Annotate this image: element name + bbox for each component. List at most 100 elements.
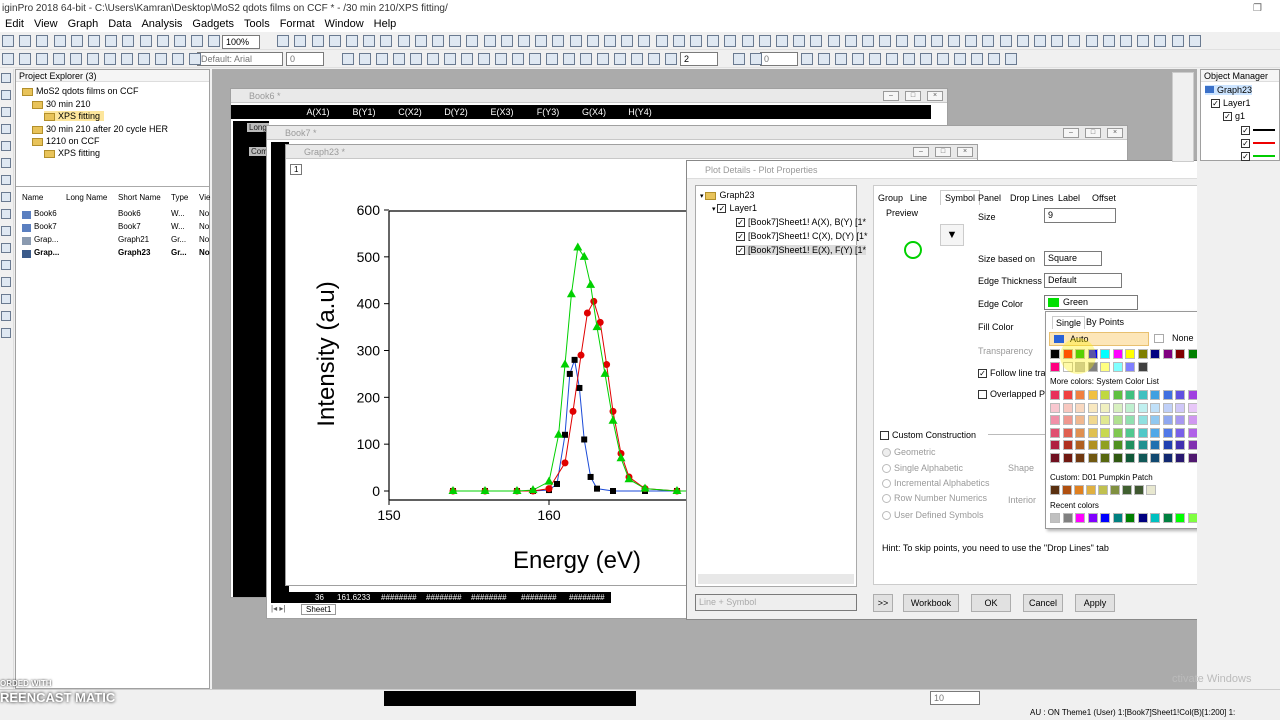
col-e[interactable]: E(X3) bbox=[479, 105, 525, 119]
color-swatch[interactable] bbox=[1112, 390, 1123, 400]
color-tab-single[interactable]: Single bbox=[1052, 316, 1086, 329]
toolbar-icon[interactable] bbox=[913, 35, 926, 47]
toolbar-icon[interactable] bbox=[328, 35, 341, 47]
toolbar-icon[interactable] bbox=[580, 53, 592, 65]
color-swatch[interactable] bbox=[1075, 415, 1085, 425]
color-swatch[interactable] bbox=[1075, 390, 1085, 400]
toolbar-icon[interactable] bbox=[604, 35, 616, 47]
color-swatch[interactable] bbox=[1087, 440, 1098, 450]
radio-row-number[interactable]: Row Number Numerics bbox=[882, 493, 987, 504]
minimize-button[interactable]: – bbox=[913, 147, 929, 157]
more-button[interactable]: >> bbox=[873, 594, 893, 612]
cell-hash[interactable]: ######## bbox=[426, 592, 462, 603]
color-swatch[interactable] bbox=[1187, 402, 1198, 413]
toolbar-icon[interactable] bbox=[342, 53, 354, 65]
color-swatch[interactable] bbox=[1137, 427, 1148, 438]
tree-folder-xps-fitting-2[interactable]: XPS fitting bbox=[44, 148, 100, 158]
color-swatch[interactable] bbox=[1087, 390, 1098, 400]
color-swatch[interactable] bbox=[1100, 390, 1110, 400]
menu-view[interactable]: View bbox=[29, 17, 63, 32]
toolbar-icon[interactable] bbox=[597, 53, 609, 65]
sheet-nav-icon[interactable]: |◂ ▸| bbox=[271, 604, 285, 613]
color-swatch[interactable] bbox=[1137, 440, 1148, 450]
color-swatch[interactable] bbox=[1162, 349, 1173, 359]
col-name[interactable]: Name bbox=[22, 193, 43, 202]
cell-hash[interactable]: ######## bbox=[569, 592, 605, 603]
line-width-select[interactable]: 2 bbox=[680, 52, 718, 66]
maximize-button[interactable]: □ bbox=[935, 147, 951, 157]
color-swatch[interactable] bbox=[1175, 415, 1185, 425]
tab-group[interactable]: Group bbox=[878, 193, 903, 203]
tool-icon[interactable] bbox=[1, 243, 11, 253]
color-swatch[interactable] bbox=[1175, 402, 1185, 413]
cell-hash[interactable]: ######## bbox=[381, 592, 417, 603]
edge-color-select[interactable]: Green bbox=[1044, 295, 1138, 310]
color-none-option[interactable]: None bbox=[1152, 333, 1194, 343]
color-swatch[interactable] bbox=[1162, 415, 1173, 425]
radio-single-alphabetic[interactable]: Single Alphabetic bbox=[882, 463, 963, 474]
tab-label[interactable]: Label bbox=[1058, 193, 1080, 203]
toolbar-icon[interactable] bbox=[569, 35, 582, 47]
color-swatch[interactable] bbox=[1125, 390, 1135, 400]
toolbar-icon[interactable] bbox=[311, 35, 324, 47]
tree-folder-30min[interactable]: 30 min 210 bbox=[32, 99, 91, 109]
color-swatch[interactable] bbox=[1175, 427, 1185, 438]
follow-line-checkbox[interactable]: ✓ Follow line tran bbox=[978, 368, 1051, 379]
color-swatch[interactable] bbox=[1050, 440, 1060, 450]
toolbar-icon[interactable] bbox=[478, 53, 490, 65]
color-swatch[interactable] bbox=[1112, 513, 1123, 523]
toolbar-icon[interactable] bbox=[19, 53, 31, 65]
cell-hash[interactable]: ######## bbox=[521, 592, 557, 603]
toolbar-icon[interactable] bbox=[869, 53, 881, 65]
color-swatch[interactable] bbox=[1087, 427, 1098, 438]
color-swatch[interactable] bbox=[1162, 427, 1173, 438]
toolbar-icon[interactable] bbox=[19, 35, 32, 47]
color-swatch[interactable] bbox=[1050, 427, 1060, 438]
tool-icon[interactable] bbox=[1, 328, 11, 338]
color-swatch[interactable] bbox=[1187, 513, 1198, 523]
toolbar-icon[interactable] bbox=[53, 53, 65, 65]
tree-plot-ef-selected[interactable]: ✓ [Book7]Sheet1! E(X), F(Y) [1* bbox=[736, 245, 867, 256]
workbook-button[interactable]: Workbook bbox=[903, 594, 959, 612]
toolbar-icon[interactable] bbox=[70, 53, 82, 65]
toolbar-icon[interactable] bbox=[376, 53, 388, 65]
toolbar-icon[interactable] bbox=[191, 35, 204, 47]
color-swatch[interactable] bbox=[1125, 415, 1135, 425]
menu-edit[interactable]: Edit bbox=[0, 17, 29, 32]
size-based-select[interactable]: Square bbox=[1044, 251, 1102, 266]
toolbar-icon[interactable] bbox=[776, 35, 788, 47]
color-swatch[interactable] bbox=[1087, 452, 1098, 463]
col-a[interactable]: A(X1) bbox=[295, 105, 341, 119]
toolbar-icon[interactable] bbox=[1171, 35, 1184, 47]
splitter[interactable] bbox=[16, 186, 209, 187]
toolbar-icon[interactable] bbox=[655, 35, 668, 47]
color-swatch[interactable] bbox=[1150, 427, 1160, 438]
tab-symbol[interactable]: Symbol bbox=[940, 190, 981, 205]
toolbar-icon[interactable] bbox=[988, 53, 1000, 65]
tab-line[interactable]: Line bbox=[910, 193, 927, 203]
toolbar-icon[interactable] bbox=[999, 35, 1012, 47]
color-swatch[interactable] bbox=[1187, 390, 1198, 400]
tab-panel[interactable]: Panel bbox=[978, 193, 1001, 203]
book7-visible-row[interactable]: 36 161.6233 ######## ######## ######## #… bbox=[271, 592, 611, 603]
tool-icon[interactable] bbox=[1, 226, 11, 236]
close-button[interactable]: × bbox=[1107, 128, 1123, 138]
color-swatch[interactable] bbox=[1075, 440, 1085, 450]
col-g[interactable]: G(X4) bbox=[571, 105, 617, 119]
toolbar-icon[interactable] bbox=[483, 35, 496, 47]
color-swatch[interactable] bbox=[1110, 485, 1120, 495]
toolbar-icon[interactable] bbox=[294, 35, 307, 47]
toolbar-icon[interactable] bbox=[495, 53, 507, 65]
color-swatch[interactable] bbox=[1137, 390, 1148, 400]
toolbar-icon[interactable] bbox=[359, 53, 371, 65]
color-swatch[interactable] bbox=[1150, 390, 1160, 400]
toolbar-icon[interactable] bbox=[835, 53, 847, 65]
toolbar-icon[interactable] bbox=[1034, 35, 1046, 47]
color-swatch[interactable] bbox=[1125, 362, 1135, 372]
color-swatch[interactable] bbox=[1162, 390, 1173, 400]
toolbar-icon[interactable] bbox=[156, 35, 169, 47]
color-tab-by-points[interactable]: By Points bbox=[1086, 317, 1124, 327]
color-swatch[interactable] bbox=[1125, 440, 1135, 450]
ok-button[interactable]: OK bbox=[971, 594, 1011, 612]
toolbar-icon[interactable] bbox=[982, 35, 995, 47]
